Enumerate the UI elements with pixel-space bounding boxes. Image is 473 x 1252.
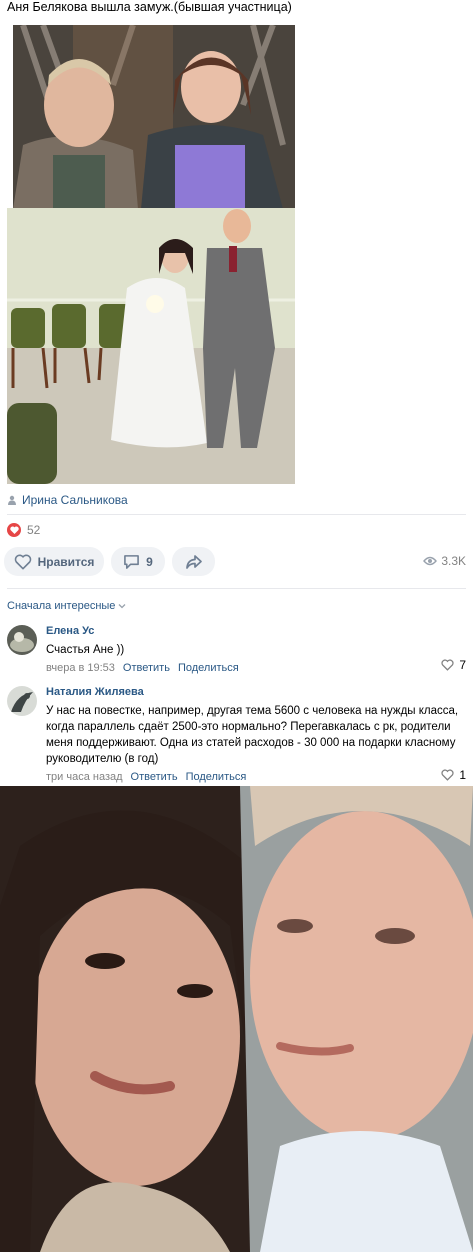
sort-label: Сначала интересные xyxy=(7,600,116,612)
heart-icon xyxy=(441,769,454,781)
user-icon xyxy=(8,495,16,505)
comment-item: Елена Ус Счастья Ане )) вчера в 19:53 От… xyxy=(7,625,466,675)
comment-button[interactable]: 9 xyxy=(111,547,165,576)
views-counter: 3.3K xyxy=(423,554,466,568)
post-photo-1[interactable] xyxy=(13,25,295,209)
eye-icon xyxy=(423,556,438,566)
comment-like-button[interactable]: 7 xyxy=(441,658,466,672)
avatar[interactable] xyxy=(7,625,37,655)
heart-icon xyxy=(441,659,454,671)
comment-item: Наталия Жиляева У нас на повестке, напри… xyxy=(7,686,466,783)
divider xyxy=(7,588,466,589)
views-count: 3.3K xyxy=(441,554,466,568)
share-button[interactable] xyxy=(172,547,215,576)
heart-icon xyxy=(14,554,31,569)
share-link[interactable]: Поделиться xyxy=(178,662,239,674)
post-photo-2[interactable] xyxy=(7,208,295,484)
author-name[interactable]: Ирина Сальникова xyxy=(22,493,128,507)
reply-link[interactable]: Ответить xyxy=(123,662,170,674)
reply-link[interactable]: Ответить xyxy=(131,771,178,783)
comment-like-button[interactable]: 1 xyxy=(441,768,466,782)
comments-sort[interactable]: Сначала интересные xyxy=(7,600,126,612)
post-photo-3[interactable] xyxy=(0,786,473,1252)
comment-like-count: 7 xyxy=(459,658,466,672)
divider xyxy=(7,514,466,515)
chevron-down-icon xyxy=(118,604,126,609)
comment-author[interactable]: Елена Ус xyxy=(46,625,466,638)
post-author[interactable]: Ирина Сальникова xyxy=(7,493,128,507)
post-title: Аня Белякова вышла замуж.(бывшая участни… xyxy=(7,0,292,14)
comment-time[interactable]: вчера в 19:53 xyxy=(46,662,115,674)
comment-text: У нас на повестке, например, другая тема… xyxy=(46,705,459,765)
likes-count: 52 xyxy=(27,523,41,537)
share-icon xyxy=(185,554,202,569)
like-button[interactable]: Нравится xyxy=(4,547,104,576)
like-label: Нравится xyxy=(37,554,95,569)
comment-like-count: 1 xyxy=(459,768,466,782)
comment-time[interactable]: три часа назад xyxy=(46,771,123,783)
share-link[interactable]: Поделиться xyxy=(186,771,247,783)
likes-summary[interactable]: 52 xyxy=(7,523,40,537)
comment-author[interactable]: Наталия Жиляева xyxy=(46,686,466,699)
comment-text: Счастья Ане )) xyxy=(46,644,125,656)
comment-icon xyxy=(124,554,140,569)
avatar[interactable] xyxy=(7,686,37,716)
comments-count: 9 xyxy=(146,554,153,569)
heart-icon xyxy=(7,523,21,537)
